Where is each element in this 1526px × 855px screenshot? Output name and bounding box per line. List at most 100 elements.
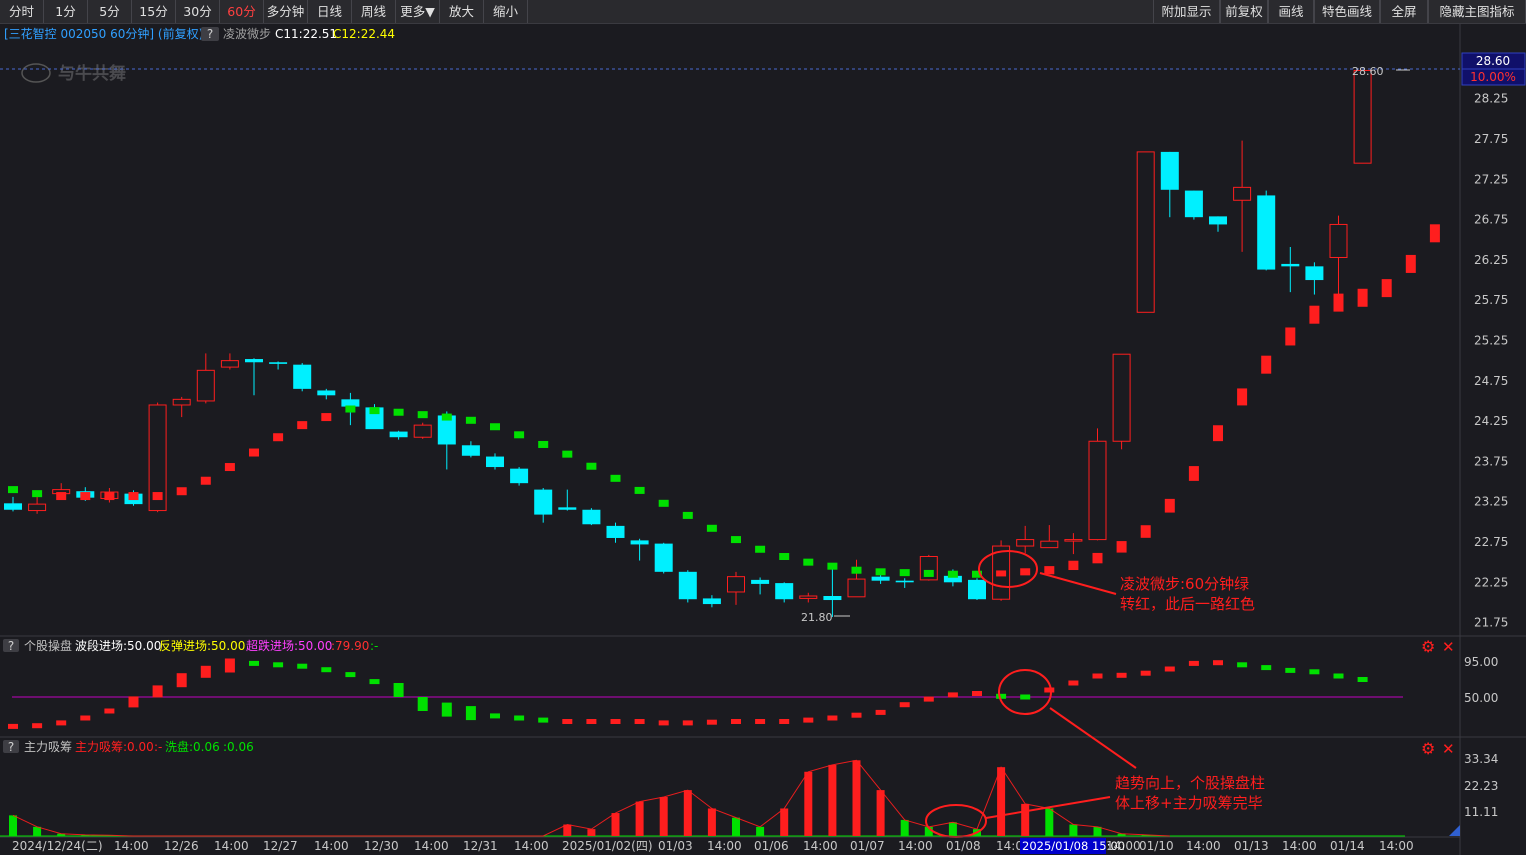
lingbo-marker — [586, 462, 597, 470]
panel2-s2: :- — [154, 740, 162, 754]
period-button-4[interactable]: 30分 — [176, 0, 220, 23]
toolbar-right-button-4[interactable]: 全屏 — [1380, 0, 1428, 23]
lingbo-marker — [1140, 525, 1151, 538]
lingbo-marker — [297, 421, 308, 430]
price-tick: 26.25 — [1474, 253, 1508, 267]
lingbo-marker — [538, 440, 549, 448]
lingbo-marker — [1188, 466, 1199, 481]
period-button-10[interactable]: 放大 — [440, 0, 484, 23]
xichou-bar — [707, 808, 716, 836]
candle-body-down — [1257, 195, 1276, 270]
xichou-bar — [635, 801, 644, 836]
watermark-text: 与牛共舞 — [58, 63, 126, 84]
annotation-line-2 — [1049, 707, 1137, 769]
candle-body-down — [968, 579, 986, 600]
caopan-bar — [8, 723, 18, 729]
candle-body-down — [317, 390, 336, 396]
lingbo-marker — [441, 413, 452, 421]
period-button-11[interactable]: 缩小 — [484, 0, 528, 23]
xichou-bar — [587, 829, 596, 836]
indicator-c2: C12:22.44 — [333, 27, 395, 41]
toolbar-right-button-1[interactable]: 前复权 — [1220, 0, 1268, 23]
indicator-name: 凌波微步 — [223, 27, 271, 41]
period-button-5[interactable]: 60分 — [220, 0, 264, 23]
caopan-bar — [1164, 666, 1175, 672]
caopan-bar — [393, 683, 404, 697]
caopan-bar — [1188, 660, 1199, 666]
lingbo-marker — [514, 431, 525, 439]
lingbo-marker — [1285, 327, 1296, 346]
caopan-bar — [779, 719, 790, 724]
lingbo-marker — [417, 411, 428, 419]
panel2-tick: 33.34 — [1464, 752, 1498, 766]
x-axis-label: 14:00 — [214, 839, 249, 853]
x-axis-label: 14:00 — [414, 839, 449, 853]
toolbar-right-button-2[interactable]: 画线 — [1268, 0, 1314, 23]
period-button-6[interactable]: 多分钟 — [264, 0, 308, 23]
caopan-bar — [345, 672, 356, 678]
candle-body-down — [1184, 190, 1203, 218]
lingbo-marker — [273, 433, 284, 442]
caopan-bar — [706, 719, 717, 725]
xichou-bar — [33, 826, 42, 836]
candle-body-down — [269, 362, 288, 364]
candle-body-down — [1305, 266, 1324, 281]
caopan-bar — [755, 719, 766, 724]
lingbo-marker — [490, 423, 500, 431]
period-button-8[interactable]: 周线 — [352, 0, 396, 23]
annotation-line-1 — [1039, 572, 1117, 595]
lingbo-marker — [1164, 498, 1175, 513]
xichou-bar — [1069, 824, 1078, 836]
x-axis-label: 14:00 — [803, 839, 838, 853]
candle-body-down — [823, 596, 842, 601]
caopan-bar — [731, 719, 741, 724]
lingbo-marker — [80, 492, 91, 501]
x-axis-label: 2024/12/24(二) — [12, 839, 103, 853]
caopan-bar — [972, 691, 982, 696]
candle-body-down — [895, 580, 914, 583]
period-button-3[interactable]: 15分 — [132, 0, 176, 23]
candle-body-up — [799, 595, 818, 599]
x-axis-label: 14:00 — [707, 839, 742, 853]
watermark-logo — [21, 63, 51, 83]
candle-body-up — [727, 576, 745, 593]
xichou-bar — [9, 815, 17, 836]
candle-body-up — [1112, 353, 1131, 442]
candle-body-up — [28, 503, 47, 512]
caopan-bar — [1213, 660, 1223, 666]
candle-body-up — [1016, 539, 1035, 547]
caopan-bar — [658, 720, 669, 726]
caopan-bar — [224, 658, 235, 673]
lingbo-marker — [803, 558, 814, 566]
lingbo-marker — [827, 562, 838, 570]
period-button-9[interactable]: 更多▼ — [396, 0, 440, 23]
caopan-bar — [417, 697, 428, 711]
lingbo-marker — [176, 487, 187, 496]
caopan-bar — [1068, 680, 1079, 686]
panel2-tick: 22.23 — [1464, 779, 1498, 793]
panel1-name: 个股操盘 — [24, 638, 72, 653]
toolbar-right-button-3[interactable]: 特色画线 — [1314, 0, 1380, 23]
caopan-bar — [490, 713, 500, 719]
toolbar-right-button-5[interactable]: 隐藏主图指标 — [1428, 0, 1526, 23]
lingbo-marker — [369, 407, 380, 415]
close-icon: ✕ — [1442, 638, 1455, 656]
caopan-bar — [297, 663, 308, 669]
lingbo-marker — [996, 570, 1007, 577]
xichou-bar — [1021, 803, 1030, 836]
panel1-s2: 反弹进场:50.00 — [159, 639, 245, 653]
candle-body-down — [4, 503, 22, 510]
settings-icon: ⚙ — [1421, 637, 1435, 656]
lingbo-marker — [851, 566, 862, 574]
x-axis-label: 01/13 — [1234, 839, 1269, 853]
period-button-7[interactable]: 日线 — [308, 0, 352, 23]
x-axis-label: 01/06 — [754, 839, 789, 853]
lingbo-marker — [755, 545, 766, 553]
candle-body-down — [461, 445, 480, 456]
lingbo-marker — [224, 463, 235, 472]
period-button-1[interactable]: 1分 — [44, 0, 88, 23]
period-button-0[interactable]: 分时 — [0, 0, 44, 23]
toolbar-right-button-0[interactable]: 附加显示 — [1153, 0, 1220, 23]
annotation-text-1a: 凌波微步:60分钟绿 — [1120, 575, 1249, 593]
period-button-2[interactable]: 5分 — [88, 0, 132, 23]
